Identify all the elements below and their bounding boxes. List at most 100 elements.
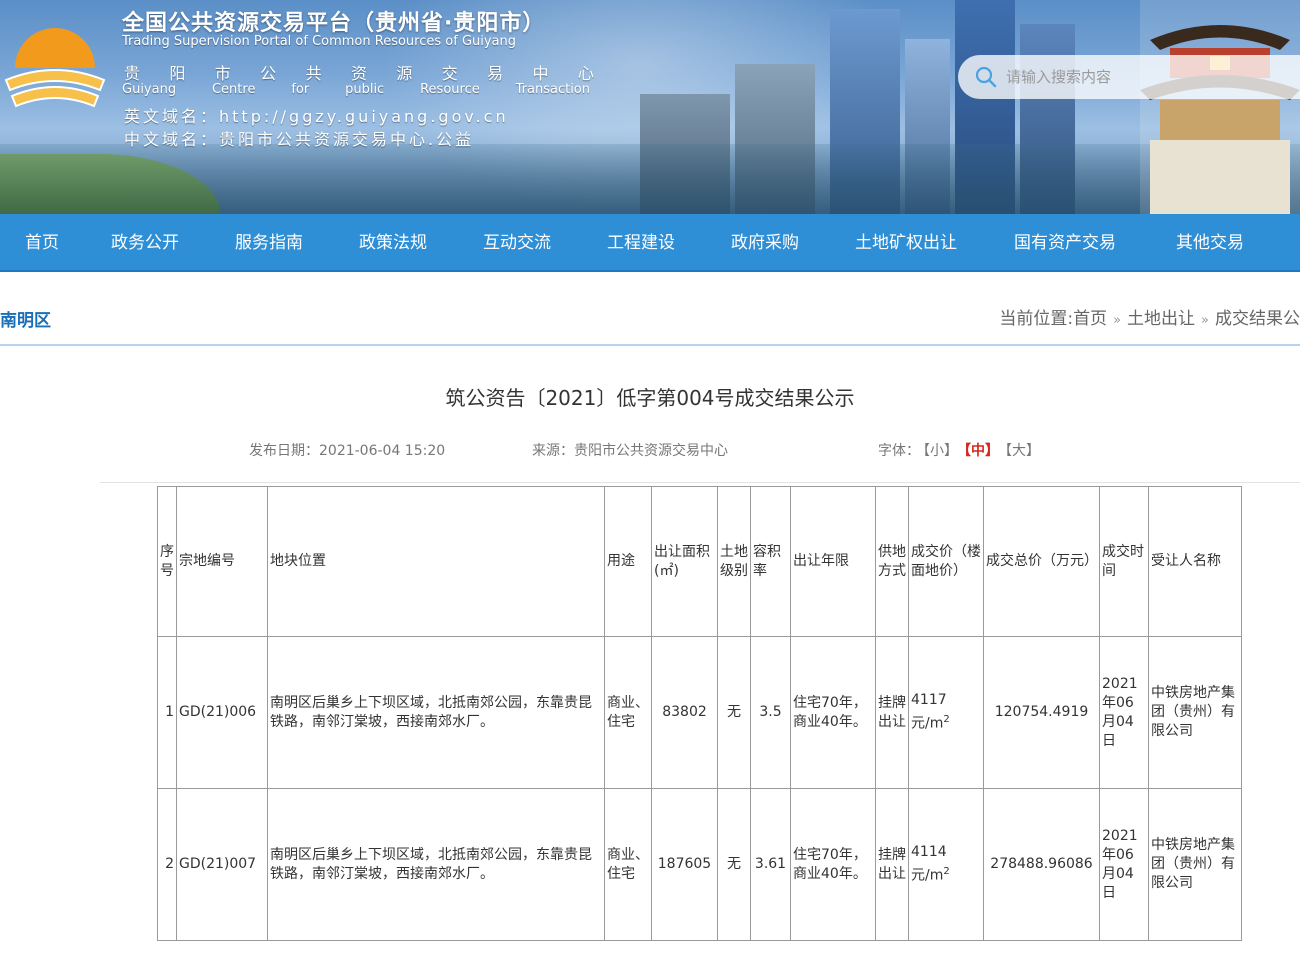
center-char: 资 <box>350 64 367 83</box>
center-char: 交 <box>441 64 458 83</box>
cell-plot-ratio: 3.5 <box>750 636 791 789</box>
cell-unit-price: 4117 元/m2 <box>908 636 984 789</box>
cell-deal-time: 2021年06月04日 <box>1099 636 1149 789</box>
en-domain-line: 英文域名：http://ggzy.guiyang.gov.cn <box>124 103 509 127</box>
font-small-button[interactable]: 【小】 <box>923 443 958 459</box>
cn-domain-line: 中文域名：贵阳市公共资源交易中心.公益 <box>124 126 474 150</box>
breadcrumb-land[interactable]: 土地出让 <box>1127 309 1195 329</box>
center-char: 心 <box>577 64 594 83</box>
cell-use: 商业、住宅 <box>604 636 652 789</box>
nav-item-other[interactable]: 其他交易 <box>1176 214 1244 272</box>
cell-total-price: 120754.4919 <box>983 636 1100 789</box>
cell-unit-price: 4114 元/m2 <box>908 788 984 941</box>
cell-use: 商业、住宅 <box>604 788 652 941</box>
font-medium-button[interactable]: 【中】 <box>964 443 999 459</box>
search-input[interactable] <box>1006 68 1266 86</box>
nav-item-land-mining[interactable]: 土地矿权出让 <box>855 214 957 272</box>
header-cell: 用途 <box>604 486 652 637</box>
publish-label: 发布日期： <box>249 443 319 459</box>
nav-item-interaction[interactable]: 互动交流 <box>483 214 551 272</box>
cell-area: 83802 <box>651 636 718 789</box>
nav-item-procurement[interactable]: 政府采购 <box>731 214 799 272</box>
cell-term: 住宅70年，商业40年。 <box>790 788 876 941</box>
nav-item-construction[interactable]: 工程建设 <box>607 214 675 272</box>
cell-parcel-id: GD(21)007 <box>176 788 268 941</box>
cell-parcel-id: GD(21)006 <box>176 636 268 789</box>
nav-item-service-guide[interactable]: 服务指南 <box>235 214 303 272</box>
nav-item-gov-affairs[interactable]: 政务公开 <box>111 214 179 272</box>
article-title: 筑公资告〔2021〕低字第004号成交结果公示 <box>445 386 855 410</box>
cell-supply-method: 挂牌出让 <box>875 788 909 941</box>
cell-buyer: 中铁房地产集团（贵州）有限公司 <box>1148 788 1242 941</box>
pavilion-icon <box>1140 0 1300 214</box>
center-word: for <box>291 82 310 97</box>
publish-date: 发布日期：2021-06-04 15:20 <box>249 440 445 460</box>
center-word: Guiyang <box>122 82 177 97</box>
center-char: 贵 <box>124 64 141 83</box>
cell-location: 南明区后巢乡上下坝区域，北抵南郊公园，东靠贵昆铁路，南邻汀棠坡，西接南郊水厂。 <box>267 636 605 789</box>
center-name-en: Guiyang Centre for public Resource Trans… <box>122 82 590 97</box>
unit-superscript: 2 <box>943 866 950 878</box>
breadcrumb-prefix: 当前位置: <box>999 309 1074 329</box>
font-large-button[interactable]: 【大】 <box>1005 443 1040 459</box>
breadcrumb-home[interactable]: 首页 <box>1073 309 1107 329</box>
center-word: Transaction <box>515 82 590 97</box>
header-cell: 成交总价（万元） <box>983 486 1100 637</box>
publish-value: 2021-06-04 15:20 <box>319 443 446 459</box>
divider <box>100 482 1300 483</box>
nav-item-state-assets[interactable]: 国有资产交易 <box>1014 214 1116 272</box>
center-word: Resource <box>420 82 480 97</box>
unit-price-unit: 元/m <box>911 715 944 732</box>
table-row: 1 GD(21)006 南明区后巢乡上下坝区域，北抵南郊公园，东靠贵昆铁路，南邻… <box>157 636 1242 789</box>
site-title: 全国公共资源交易平台（贵州省·贵阳市） <box>122 11 546 36</box>
center-char: 公 <box>260 64 277 83</box>
search-box <box>958 55 1300 99</box>
center-char: 阳 <box>169 64 186 83</box>
center-word: Centre <box>211 82 256 97</box>
nav-item-policy[interactable]: 政策法规 <box>359 214 427 272</box>
breadcrumb: 当前位置:首页 » 土地出让 » 成交结果公 <box>999 304 1300 329</box>
center-char: 共 <box>305 64 322 83</box>
unit-superscript: 2 <box>943 714 950 726</box>
center-char: 易 <box>487 64 504 83</box>
cell-supply-method: 挂牌出让 <box>875 636 909 789</box>
center-char: 源 <box>396 64 413 83</box>
breadcrumb-separator: » <box>1113 313 1122 328</box>
main-nav: 首页 政务公开 服务指南 政策法规 互动交流 工程建设 政府采购 土地矿权出让 … <box>0 214 1300 272</box>
section-label: 南明区 <box>0 311 51 331</box>
logo-icon <box>4 28 106 108</box>
header-cell: 序号 <box>157 486 177 637</box>
center-char: 市 <box>214 64 231 83</box>
font-size-switcher: 字体： 【小】 【中】 【大】 <box>878 440 1043 460</box>
en-domain-label: 英文域名： <box>124 107 220 126</box>
cell-buyer: 中铁房地产集团（贵州）有限公司 <box>1148 636 1242 789</box>
source: 来源：贵阳市公共资源交易中心 <box>532 440 728 460</box>
bridge-icon <box>880 200 1050 214</box>
unit-price-value: 4114 <box>911 844 947 861</box>
center-word: public <box>345 82 385 97</box>
cell-total-price: 278488.96086 <box>983 788 1100 941</box>
cn-domain-label: 中文域名： <box>124 130 220 149</box>
breadcrumb-separator: » <box>1201 313 1209 328</box>
center-name-cn: 贵 阳 市 公 共 资 源 交 易 中 心 <box>124 60 594 84</box>
nav-item-home[interactable]: 首页 <box>25 214 59 272</box>
header-cell: 宗地编号 <box>176 486 268 637</box>
en-domain: http://ggzy.guiyang.gov.cn <box>219 107 509 126</box>
cell-land-grade: 无 <box>717 788 751 941</box>
header-banner: 全国公共资源交易平台（贵州省·贵阳市） Trading Supervision … <box>0 0 1300 214</box>
header-cell: 容积率 <box>750 486 791 637</box>
cell-location: 南明区后巢乡上下坝区域，北抵南郊公园，东靠贵昆铁路，南邻汀棠坡，西接南郊水厂。 <box>267 788 605 941</box>
breadcrumb-bar: 南明区 当前位置:首页 » 土地出让 » 成交结果公 <box>0 290 1300 346</box>
header-cell: 成交时间 <box>1099 486 1149 637</box>
header-cell: 出让面积(㎡) <box>651 486 718 637</box>
header-cell: 土地级别 <box>717 486 751 637</box>
cell-area: 187605 <box>651 788 718 941</box>
table-header-row: 序号 宗地编号 地块位置 用途 出让面积(㎡) 土地级别 容积率 出让年限 供地… <box>157 486 1242 637</box>
header-cell: 成交价（楼面地价） <box>908 486 984 637</box>
source-label: 来源： <box>532 443 574 459</box>
unit-price-unit: 元/m <box>911 867 944 884</box>
center-char: 中 <box>532 64 549 83</box>
cell-no: 1 <box>157 636 177 789</box>
breadcrumb-current[interactable]: 成交结果公 <box>1215 309 1300 329</box>
search-icon[interactable] <box>974 65 998 89</box>
